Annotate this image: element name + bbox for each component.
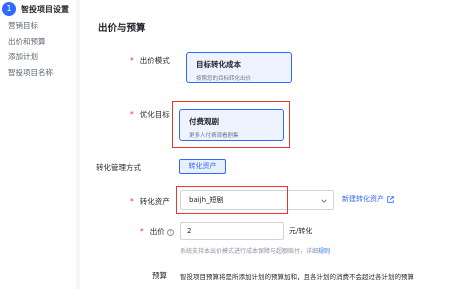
bid-mode-option-desc: 按照您的目标转化出价 [196,76,252,82]
new-conversion-asset-link[interactable]: 新建转化资产 [342,194,394,204]
bid-mode-option-card[interactable]: 目标转化成本 按照您的目标转化出价 [186,52,292,83]
opt-goal-label: * 优化目标 [130,110,170,119]
bid-input-value: 2 [187,227,192,235]
conversion-mgmt-label: 转化管理方式 [96,163,141,172]
bid-hint-text: 系统支持本出价模式进行成本保障与超额赔付，详细 [180,248,319,255]
sidebar-item-marketing-goal[interactable]: 营销目标 [8,18,53,34]
required-mark: * [130,197,134,206]
conversion-asset-label: * 转化资产 [130,197,170,206]
bid-hint: 系统支持本出价模式进行成本保障与超额赔付，详细规则 [180,246,330,255]
step-header[interactable]: 1 智投项目设置 [0,2,69,16]
rules-link[interactable]: 规则 [318,248,330,255]
bid-mode-option-title: 目标转化成本 [196,60,241,69]
sidebar-sub-list: 营销目标 出价和预算 添加计划 智投项目名称 [8,18,53,80]
budget-description: 智投项目预算将是所添加计划的预算加和，且各计划的消费不会超过各计划的预算 [180,273,414,281]
required-mark: * [130,56,134,65]
budget-label: 预算 [152,271,167,280]
sidebar-item-add-plan[interactable]: 添加计划 [8,49,53,65]
help-circle-icon[interactable]: ? [166,228,174,236]
main-card: 出价与预算 * 出价模式 目标转化成本 按照您的目标转化出价 * 优化目标 付费观剧… [80,0,455,289]
new-conversion-asset-text: 新建转化资产 [342,195,384,203]
required-mark: * [140,227,144,236]
bid-mode-label: * 出价模式 [130,56,170,65]
conversion-asset-tab-button[interactable]: 转化资产 [179,159,226,174]
highlight-box-opt-goal [172,101,290,148]
step-number-badge: 1 [2,2,16,16]
bid-unit: 元/转化 [289,227,313,235]
sidebar-item-bid-budget[interactable]: 出价和预算 [8,34,53,50]
sidebar-item-project-name[interactable]: 智投项目名称 [8,65,53,81]
highlight-box-conversion-asset [176,186,288,214]
step-title: 智投项目设置 [21,4,69,14]
chevron-down-icon [321,199,327,203]
section-title: 出价与预算 [98,23,146,34]
external-link-icon [387,195,394,203]
required-mark: * [130,110,134,119]
bid-input[interactable]: 2 [180,222,284,240]
sidebar: 1 智投项目设置 营销目标 出价和预算 添加计划 智投项目名称 [0,0,76,289]
bid-label: * 出价? [140,226,174,237]
